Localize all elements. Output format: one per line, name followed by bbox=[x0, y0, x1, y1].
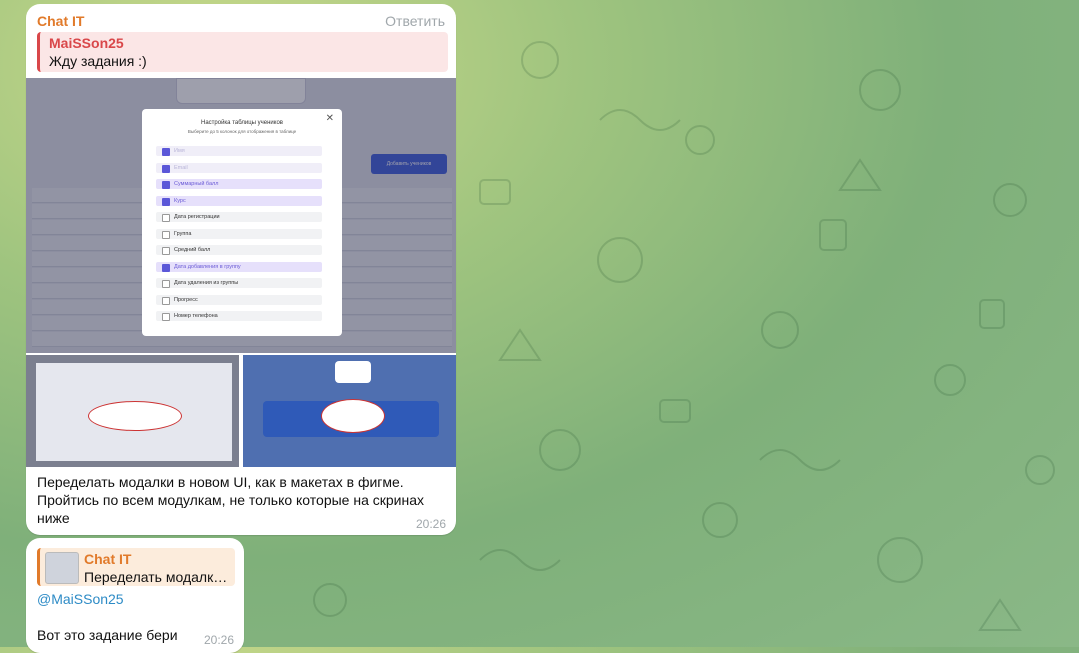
checkbox-icon bbox=[162, 247, 170, 255]
column-option: Дата регистрации bbox=[156, 212, 322, 222]
checkbox-icon bbox=[162, 148, 170, 156]
quote-text: Жду задания :) bbox=[49, 53, 147, 69]
modal-title: Настройка таблицы учеников bbox=[200, 120, 283, 126]
column-option: Прогресс bbox=[156, 294, 322, 305]
column-option: Номер телефона bbox=[156, 311, 322, 321]
reply-quote[interactable]: Chat IT Переделать модалки ... bbox=[37, 548, 235, 586]
reply-quote[interactable]: MaiSSon25 Жду задания :) bbox=[37, 32, 448, 72]
column-option-label: Дата добавления в группу bbox=[174, 263, 241, 270]
attached-screenshot[interactable] bbox=[26, 355, 239, 467]
column-option: Дата удаления из группы bbox=[156, 278, 322, 288]
message-text: Переделать модалки в новом UI, как в мак… bbox=[37, 474, 425, 526]
checkbox-icon bbox=[162, 313, 170, 321]
message-time: 20:26 bbox=[416, 517, 447, 531]
quote-text: Переделать модалки ... bbox=[84, 569, 234, 585]
column-option-label: Прогресс bbox=[174, 296, 198, 303]
checkbox-icon bbox=[162, 280, 170, 288]
checkbox-icon bbox=[162, 214, 170, 222]
column-option-label: Средний балл bbox=[174, 247, 211, 253]
column-option: Средний балл bbox=[156, 245, 322, 255]
column-option-label: Дата регистрации bbox=[174, 214, 220, 220]
column-option: Суммарный балл bbox=[156, 179, 322, 189]
column-option: Email bbox=[156, 162, 322, 173]
column-option-label: Группа bbox=[174, 230, 192, 237]
column-option-label: Номер телефона bbox=[174, 313, 218, 319]
column-option: Имя bbox=[156, 146, 322, 156]
reply-button[interactable]: Ответить bbox=[385, 13, 445, 29]
column-option: Дата добавления в группу bbox=[156, 261, 322, 272]
column-option-label: Имя bbox=[174, 148, 185, 154]
message-time: 20:26 bbox=[204, 633, 235, 647]
checkbox-icon bbox=[162, 296, 170, 305]
quote-thumbnail bbox=[45, 552, 79, 584]
column-option-label: Email bbox=[174, 164, 188, 171]
checkbox-icon bbox=[162, 181, 170, 189]
user-mention-link[interactable]: @MaiSSon25 bbox=[37, 591, 124, 607]
checkbox-icon bbox=[162, 263, 170, 272]
attached-screenshot[interactable] bbox=[243, 355, 456, 467]
column-option-label: Дата удаления из группы bbox=[174, 280, 239, 286]
checkbox-icon bbox=[162, 197, 170, 206]
quote-author: Chat IT bbox=[84, 551, 132, 567]
attached-screenshot[interactable]: Добавить учеников ✕ Настройка таблицы уч… bbox=[26, 78, 456, 353]
column-option-label: Курс bbox=[174, 197, 186, 204]
column-option: Курс bbox=[156, 195, 322, 206]
column-option: Группа bbox=[156, 228, 322, 239]
screenshot-modal: ✕ Настройка таблицы учеников Выберите до… bbox=[142, 109, 342, 336]
modal-subtitle: Выберите до 5 колонок для отображения в … bbox=[187, 129, 297, 134]
message-text: Вот это задание бери bbox=[37, 627, 178, 643]
checkbox-icon bbox=[162, 230, 170, 239]
column-option-label: Суммарный балл bbox=[174, 181, 219, 187]
quote-author: MaiSSon25 bbox=[49, 35, 124, 51]
sender-name[interactable]: Chat IT bbox=[37, 13, 84, 29]
message-bubble[interactable]: Chat IT Ответить MaiSSon25 Жду задания :… bbox=[26, 4, 456, 535]
checkbox-icon bbox=[162, 164, 170, 173]
message-bubble[interactable]: Chat IT Переделать модалки ... @MaiSSon2… bbox=[26, 538, 244, 653]
